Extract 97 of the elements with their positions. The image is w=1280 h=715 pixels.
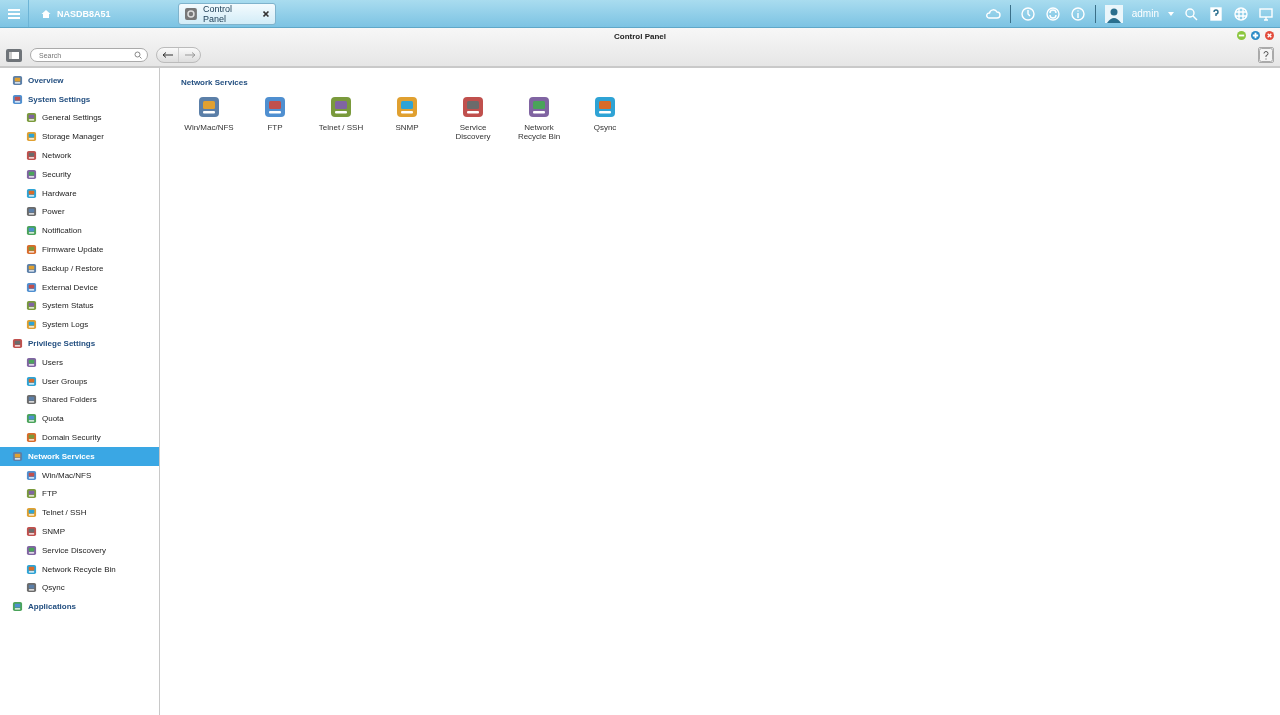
sidebar-item[interactable]: Firmware Update (0, 240, 159, 259)
sidebar-item[interactable]: External Device (0, 277, 159, 297)
tile-icon (26, 112, 37, 124)
search-icon (134, 51, 142, 59)
sidebar-item[interactable]: Notification (0, 221, 159, 241)
close-icon[interactable] (263, 10, 269, 17)
sidebar-section[interactable]: Privilege Settings (0, 334, 159, 353)
tile-icon (26, 394, 37, 406)
tile-icon (26, 168, 37, 180)
tile-icon (395, 95, 419, 119)
sidebar-item[interactable]: System Status (0, 296, 159, 316)
host-name: NASDB8A51 (57, 8, 111, 19)
clock-icon[interactable] (1019, 5, 1036, 22)
sidebar-item[interactable]: Hardware (0, 183, 159, 203)
sidebar-toggle-icon[interactable] (6, 48, 22, 62)
tile-icon (461, 95, 485, 119)
minimize-button[interactable] (1237, 31, 1246, 40)
tile-icon (26, 375, 37, 387)
sidebar-section[interactable]: System Settings (0, 89, 159, 109)
sidebar-item[interactable]: Network Recycle Bin (0, 559, 159, 579)
tile-icon (26, 469, 37, 481)
service-shortcut[interactable]: Network Recycle Bin (511, 95, 567, 141)
service-shortcut[interactable]: FTP (247, 95, 303, 141)
window-tab[interactable]: Control Panel (178, 2, 276, 25)
tile-icon (26, 319, 37, 331)
tile-icon (329, 95, 353, 119)
sidebar-item[interactable]: Backup / Restore (0, 258, 159, 278)
service-shortcut[interactable]: Telnet / SSH (313, 95, 369, 141)
close-button[interactable] (1265, 31, 1274, 40)
tile-icon (26, 244, 37, 256)
sidebar-item[interactable]: Security (0, 165, 159, 184)
tile-icon (263, 95, 287, 119)
right-arrow-icon (183, 52, 196, 58)
sidebar-item[interactable]: Win/Mac/NFS (0, 465, 159, 485)
sidebar-item[interactable]: User Groups (0, 371, 159, 391)
grid-icon[interactable] (1233, 5, 1249, 22)
sidebar-item[interactable]: Shared Folders (0, 390, 159, 410)
sidebar-item[interactable]: Quota (0, 409, 159, 429)
search-icon[interactable] (1183, 5, 1199, 22)
tile-icon (26, 413, 37, 425)
info-icon[interactable] (1069, 5, 1086, 22)
tile-icon (26, 225, 37, 237)
left-arrow-icon (161, 52, 174, 58)
sidebar-item[interactable]: Service Discovery (0, 540, 159, 560)
sidebar-item[interactable]: Storage Manager (0, 127, 159, 147)
menu-icon (8, 8, 20, 19)
tile-icon (12, 338, 23, 350)
tile-icon (26, 356, 37, 368)
sidebar-item[interactable]: SNMP (0, 522, 159, 541)
tile-icon (26, 582, 37, 594)
caret-icon[interactable] (1168, 11, 1174, 16)
sidebar-item[interactable]: System Logs (0, 315, 159, 335)
tile-icon (12, 601, 23, 613)
gear-icon (185, 7, 197, 20)
sidebar-item[interactable]: Users (0, 352, 159, 372)
tile-icon (12, 450, 23, 462)
tile-icon (26, 507, 37, 519)
tile-icon (527, 95, 551, 119)
service-shortcut[interactable]: Service Discovery (445, 95, 501, 141)
tile-icon (197, 95, 221, 119)
help-icon[interactable] (1258, 47, 1274, 63)
tile-icon (593, 95, 617, 119)
sidebar-item[interactable]: Telnet / SSH (0, 503, 159, 523)
tile-icon (26, 526, 37, 537)
tile-icon (26, 488, 37, 500)
tile-icon (12, 74, 23, 86)
tile-icon (26, 544, 37, 556)
monitor-icon[interactable] (1258, 5, 1274, 22)
sidebar-section[interactable]: Overview (0, 71, 159, 90)
tile-icon (26, 563, 37, 575)
tile-icon (26, 206, 37, 218)
sidebar-section[interactable]: Applications (0, 597, 159, 617)
section-title: Network Services (181, 78, 249, 87)
sidebar-item[interactable]: Network (0, 146, 159, 165)
tile-icon (26, 281, 37, 293)
tile-icon (12, 93, 23, 105)
service-shortcut[interactable]: SNMP (379, 95, 435, 141)
avatar-icon[interactable] (1104, 4, 1123, 23)
sidebar-item[interactable]: Qsync (0, 578, 159, 598)
sync-icon[interactable] (1044, 5, 1061, 22)
sidebar-item[interactable]: General Settings (0, 108, 159, 128)
tile-icon (26, 432, 37, 444)
maximize-button[interactable] (1251, 31, 1260, 40)
sidebar-item[interactable]: FTP (0, 484, 159, 504)
service-shortcut[interactable]: Win/Mac/NFS (181, 95, 237, 141)
sidebar-item[interactable]: Power (0, 202, 159, 222)
tile-icon (26, 300, 37, 312)
tab-label: Control Panel (202, 3, 233, 24)
home-icon[interactable] (41, 8, 51, 19)
window-title: Control Panel (614, 31, 666, 41)
tile-icon (26, 262, 37, 274)
tile-icon (26, 131, 37, 143)
help-icon[interactable] (1208, 5, 1224, 22)
service-shortcut[interactable]: Qsync (577, 95, 633, 141)
tile-icon (26, 187, 37, 199)
sidebar-item[interactable]: Domain Security (0, 428, 159, 447)
tile-icon (26, 150, 37, 162)
